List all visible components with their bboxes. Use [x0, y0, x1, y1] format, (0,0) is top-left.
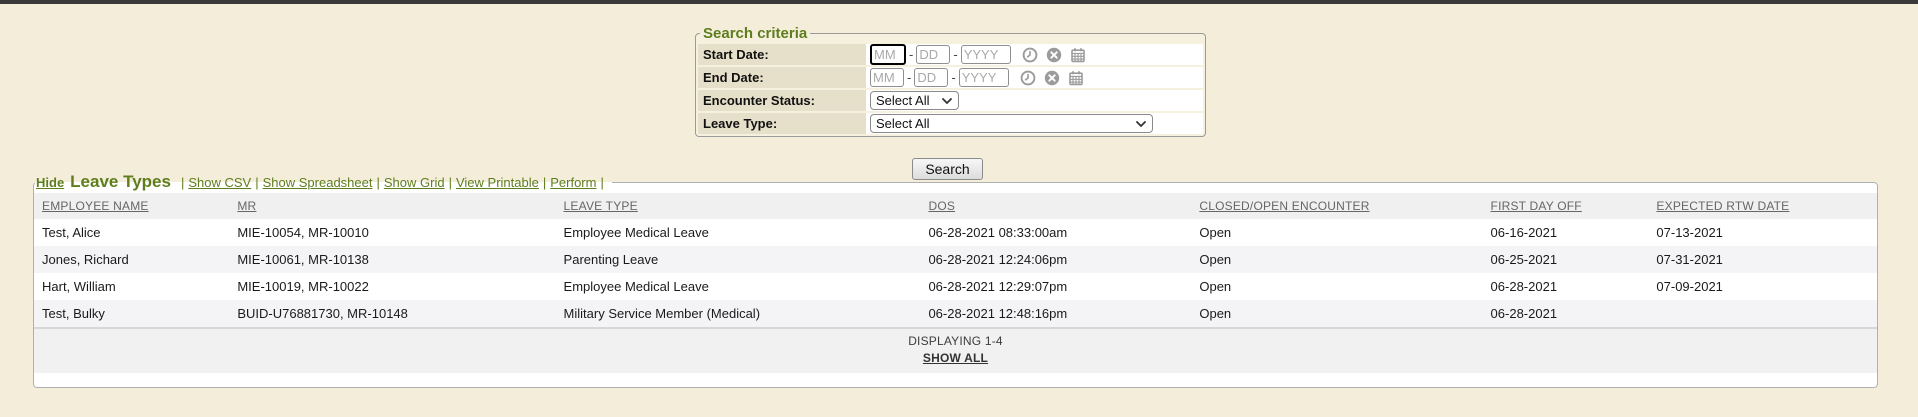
table-cell: 07-31-2021: [1648, 246, 1877, 273]
table-cell: 06-25-2021: [1483, 246, 1649, 273]
column-header-employee-name[interactable]: EMPLOYEE NAME: [34, 193, 229, 219]
column-header-closed-open-encounter[interactable]: CLOSED/OPEN ENCOUNTER: [1191, 193, 1482, 219]
table-row: Hart, WilliamMIE-10019, MR-10022Employee…: [34, 273, 1877, 300]
encounter-status-label: Encounter Status:: [698, 90, 866, 111]
start-date-month-input[interactable]: [870, 44, 906, 65]
end-date-month-input[interactable]: [870, 68, 904, 87]
leave-type-label: Leave Type:: [698, 113, 866, 134]
table-cell: Open: [1191, 273, 1482, 300]
displaying-count: DISPLAYING 1-4: [34, 334, 1877, 348]
encounter-status-select[interactable]: Select All: [870, 91, 959, 110]
calendar-icon[interactable]: [1070, 47, 1086, 63]
table-row: Test, BulkyBUID-U76881730, MR-10148Milit…: [34, 300, 1877, 327]
table-header-row: EMPLOYEE NAMEMRLEAVE TYPEDOSCLOSED/OPEN …: [34, 193, 1877, 219]
table-action-links: |Show CSV|Show Spreadsheet|Show Grid|Vie…: [177, 175, 608, 190]
column-header-leave-type[interactable]: LEAVE TYPE: [556, 193, 921, 219]
clock-icon[interactable]: [1022, 47, 1038, 63]
column-header-mr[interactable]: MR: [229, 193, 555, 219]
table-cell: BUID-U76881730, MR-10148: [229, 300, 555, 327]
table-cell: [1648, 300, 1877, 327]
search-criteria-panel: Search criteria Start Date: - -: [695, 25, 1206, 137]
chevron-down-icon: [1136, 121, 1146, 127]
action-link-perform[interactable]: Perform: [550, 175, 596, 190]
end-date-row: End Date: - -: [698, 67, 1203, 88]
table-cell: 07-13-2021: [1648, 219, 1877, 246]
column-header-first-day-off[interactable]: FIRST DAY OFF: [1483, 193, 1649, 219]
table-cell: Employee Medical Leave: [556, 219, 921, 246]
table-cell: 06-16-2021: [1483, 219, 1649, 246]
leave-type-select[interactable]: Select All: [870, 114, 1153, 133]
column-header-expected-rtw-date[interactable]: EXPECTED RTW DATE: [1648, 193, 1877, 219]
table-cell: Hart, William: [34, 273, 229, 300]
table-cell: Open: [1191, 219, 1482, 246]
table-cell: Test, Alice: [34, 219, 229, 246]
table-row: Test, AliceMIE-10054, MR-10010Employee M…: [34, 219, 1877, 246]
action-link-show-spreadsheet[interactable]: Show Spreadsheet: [263, 175, 373, 190]
action-link-view-printable[interactable]: View Printable: [456, 175, 539, 190]
table-cell: Open: [1191, 300, 1482, 327]
table-cell: MIE-10019, MR-10022: [229, 273, 555, 300]
start-date-day-input[interactable]: [916, 45, 950, 64]
show-all-link[interactable]: SHOW ALL: [923, 351, 988, 365]
table-cell: 06-28-2021 12:29:07pm: [920, 273, 1191, 300]
table-cell: 07-09-2021: [1648, 273, 1877, 300]
table-row: Jones, RichardMIE-10061, MR-10138Parenti…: [34, 246, 1877, 273]
window-top-bar: [0, 0, 1918, 4]
leave-types-panel: Hide Leave Types |Show CSV|Show Spreadsh…: [33, 172, 1878, 388]
clock-icon[interactable]: [1020, 70, 1036, 86]
hide-link[interactable]: Hide: [36, 175, 64, 190]
end-date-day-input[interactable]: [914, 68, 948, 87]
table-cell: 06-28-2021: [1483, 300, 1649, 327]
table-cell: MIE-10054, MR-10010: [229, 219, 555, 246]
leave-types-title: Leave Types: [70, 172, 171, 192]
table-cell: Parenting Leave: [556, 246, 921, 273]
table-footer: DISPLAYING 1-4 SHOW ALL: [34, 327, 1877, 373]
table-cell: 06-28-2021 12:48:16pm: [920, 300, 1191, 327]
action-link-show-csv[interactable]: Show CSV: [188, 175, 251, 190]
column-header-dos[interactable]: DOS: [920, 193, 1191, 219]
table-cell: 06-28-2021 12:24:06pm: [920, 246, 1191, 273]
encounter-status-row: Encounter Status: Select All: [698, 90, 1203, 111]
start-date-year-input[interactable]: [961, 45, 1011, 64]
end-date-year-input[interactable]: [959, 68, 1009, 87]
leave-types-table: EMPLOYEE NAMEMRLEAVE TYPEDOSCLOSED/OPEN …: [34, 193, 1877, 327]
table-cell: Employee Medical Leave: [556, 273, 921, 300]
action-link-show-grid[interactable]: Show Grid: [384, 175, 445, 190]
chevron-down-icon: [942, 98, 952, 104]
calendar-icon[interactable]: [1068, 70, 1084, 86]
leave-types-legend: Hide Leave Types |Show CSV|Show Spreadsh…: [35, 172, 612, 192]
clear-icon[interactable]: [1044, 70, 1060, 86]
leave-type-row: Leave Type: Select All: [698, 113, 1203, 134]
table-cell: Test, Bulky: [34, 300, 229, 327]
table-cell: MIE-10061, MR-10138: [229, 246, 555, 273]
end-date-label: End Date:: [698, 67, 866, 88]
table-cell: Military Service Member (Medical): [556, 300, 921, 327]
start-date-label: Start Date:: [698, 44, 866, 65]
start-date-row: Start Date: - -: [698, 44, 1203, 65]
clear-icon[interactable]: [1046, 47, 1062, 63]
table-cell: 06-28-2021 08:33:00am: [920, 219, 1191, 246]
search-criteria-legend: Search criteria: [700, 25, 810, 42]
table-cell: 06-28-2021: [1483, 273, 1649, 300]
table-cell: Open: [1191, 246, 1482, 273]
table-cell: Jones, Richard: [34, 246, 229, 273]
